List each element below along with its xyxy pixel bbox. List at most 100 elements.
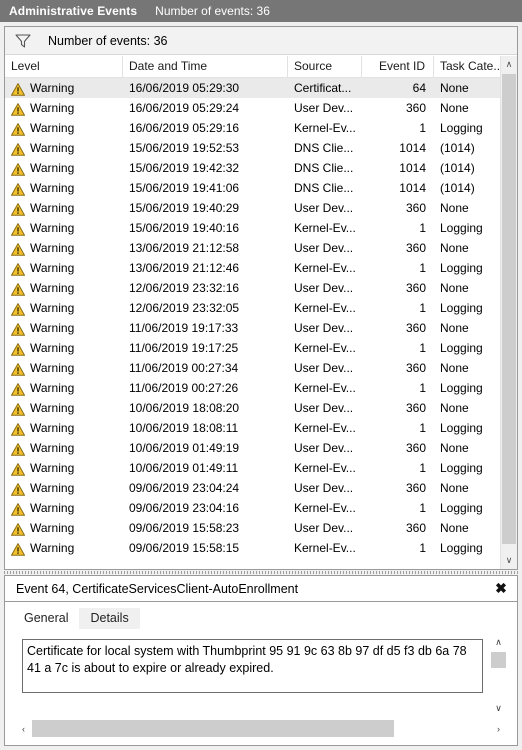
table-row[interactable]: Warning 15/06/2019 19:40:29 User Dev... 360…	[5, 198, 517, 218]
cell-level-label: Warning	[30, 481, 75, 495]
cell-level: Warning	[5, 438, 123, 458]
detail-hscrollbar-thumb[interactable]	[32, 720, 394, 737]
warning-icon	[11, 462, 25, 476]
filter-event-count: Number of events: 36	[48, 33, 168, 48]
table-row[interactable]: Warning 16/06/2019 05:29:30 Certificat... 6…	[5, 78, 517, 98]
cell-date-and-time: 09/06/2019 15:58:15	[129, 541, 240, 555]
table-row[interactable]: Warning 11/06/2019 19:17:25 Kernel-Ev... 1 L…	[5, 338, 517, 358]
detail-horizontal-scrollbar[interactable]: ‹ ›	[15, 720, 507, 737]
list-vertical-scrollbar[interactable]: ∧ ∨	[500, 56, 517, 569]
table-row[interactable]: Warning 15/06/2019 19:41:06 DNS Clie... 101…	[5, 178, 517, 198]
table-row[interactable]: Warning 09/06/2019 23:04:24 User Dev... 360…	[5, 478, 517, 498]
warning-icon	[11, 82, 25, 96]
cell-level-label: Warning	[30, 101, 75, 115]
table-row[interactable]: Warning 12/06/2019 23:32:05 Kernel-Ev... 1 L…	[5, 298, 517, 318]
detail-hscrollbar-track[interactable]	[32, 720, 490, 737]
cell-level-label: Warning	[30, 501, 75, 515]
list-scrollbar-thumb[interactable]	[502, 74, 516, 544]
cell-level-label: Warning	[30, 221, 75, 235]
table-row[interactable]: Warning 15/06/2019 19:52:53 DNS Clie... 101…	[5, 138, 517, 158]
cell-level-label: Warning	[30, 441, 75, 455]
event-message-textbox[interactable]: Certificate for local system with Thumbp…	[22, 639, 483, 693]
tab-general[interactable]: General	[13, 608, 80, 629]
table-row[interactable]: Warning 10/06/2019 01:49:19 User Dev... 360…	[5, 438, 517, 458]
cell-event-id: 360	[405, 361, 426, 375]
table-row[interactable]: Warning 10/06/2019 18:08:11 Kernel-Ev... 1 L…	[5, 418, 517, 438]
table-row[interactable]: Warning 10/06/2019 18:08:20 User Dev... 360…	[5, 398, 517, 418]
cell-event-id: 360	[405, 201, 426, 215]
cell-source: User Dev...	[294, 401, 354, 415]
detail-scroll-left-icon[interactable]: ‹	[15, 720, 32, 737]
warning-icon	[11, 522, 25, 536]
warning-icon	[11, 222, 25, 236]
warning-icon	[11, 542, 25, 556]
close-icon[interactable]: ✖	[491, 579, 511, 599]
table-row[interactable]: Warning 11/06/2019 00:27:34 User Dev... 360…	[5, 358, 517, 378]
cell-task-category: Logging	[440, 461, 483, 475]
filter-bar[interactable]: Number of events: 36	[5, 27, 517, 55]
cell-level: Warning	[5, 518, 123, 538]
cell-level: Warning	[5, 358, 123, 378]
detail-vscrollbar-thumb[interactable]	[491, 652, 506, 668]
table-row[interactable]: Warning 15/06/2019 19:40:16 Kernel-Ev... 1 L…	[5, 218, 517, 238]
detail-scroll-up-icon[interactable]: ∧	[490, 634, 507, 651]
column-header-task-category[interactable]: Task Cate...	[434, 55, 502, 78]
table-row[interactable]: Warning 12/06/2019 23:32:16 User Dev... 360…	[5, 278, 517, 298]
event-detail-pane: Event 64, CertificateServicesClient-Auto…	[4, 575, 518, 746]
cell-date-and-time: 09/06/2019 23:04:16	[129, 501, 240, 515]
cell-task-category: (1014)	[440, 181, 475, 195]
cell-level-label: Warning	[30, 281, 75, 295]
table-header-row: Level Date and Time Source Event ID Task…	[5, 55, 517, 78]
column-header-level[interactable]: Level	[5, 55, 123, 78]
cell-date-and-time: 13/06/2019 21:12:46	[129, 261, 240, 275]
detail-scroll-down-icon[interactable]: ∨	[490, 700, 507, 717]
table-row[interactable]: Warning 13/06/2019 21:12:46 Kernel-Ev... 1 L…	[5, 258, 517, 278]
scroll-down-icon[interactable]: ∨	[501, 552, 517, 569]
cell-source: Kernel-Ev...	[294, 341, 356, 355]
column-header-event-id[interactable]: Event ID	[362, 55, 434, 78]
cell-event-id: 360	[405, 321, 426, 335]
table-row[interactable]: Warning 15/06/2019 19:42:32 DNS Clie... 101…	[5, 158, 517, 178]
cell-level: Warning	[5, 98, 123, 118]
table-row[interactable]: Warning 11/06/2019 00:27:26 Kernel-Ev... 1 L…	[5, 378, 517, 398]
table-row[interactable]: Warning 09/06/2019 15:58:23 User Dev... 360…	[5, 518, 517, 538]
cell-source: Kernel-Ev...	[294, 381, 356, 395]
cell-task-category: None	[440, 321, 469, 335]
tab-details[interactable]: Details	[79, 608, 140, 629]
detail-scroll-right-icon[interactable]: ›	[490, 720, 507, 737]
detail-vertical-scrollbar[interactable]: ∧ ∨	[490, 634, 507, 717]
column-header-source[interactable]: Source	[288, 55, 362, 78]
table-row[interactable]: Warning 11/06/2019 19:17:33 User Dev... 360…	[5, 318, 517, 338]
cell-date-and-time: 10/06/2019 01:49:11	[129, 461, 239, 475]
column-header-date-and-time[interactable]: Date and Time	[123, 55, 288, 78]
cell-date-and-time: 15/06/2019 19:52:53	[129, 141, 240, 155]
table-row[interactable]: Warning 16/06/2019 05:29:24 User Dev... 360…	[5, 98, 517, 118]
cell-level-label: Warning	[30, 241, 75, 255]
cell-task-category: Logging	[440, 341, 483, 355]
table-row[interactable]: Warning 09/06/2019 23:04:16 Kernel-Ev... 1 L…	[5, 498, 517, 518]
cell-date-and-time: 09/06/2019 23:04:24	[129, 481, 240, 495]
table-row[interactable]: Warning 13/06/2019 21:12:58 User Dev... 360…	[5, 238, 517, 258]
table-row[interactable]: Warning 09/06/2019 15:58:15 Kernel-Ev... 1 L…	[5, 538, 517, 558]
table-row[interactable]: Warning 16/06/2019 05:29:16 Kernel-Ev... 1 L…	[5, 118, 517, 138]
cell-date-and-time: 16/06/2019 05:29:24	[129, 101, 240, 115]
cell-level: Warning	[5, 498, 123, 518]
cell-event-id: 1	[419, 421, 426, 435]
cell-task-category: Logging	[440, 221, 483, 235]
cell-task-category: None	[440, 241, 469, 255]
funnel-icon	[15, 33, 31, 48]
cell-source: Kernel-Ev...	[294, 261, 356, 275]
cell-source: User Dev...	[294, 281, 354, 295]
detail-title: Event 64, CertificateServicesClient-Auto…	[16, 581, 299, 596]
cell-level: Warning	[5, 398, 123, 418]
scroll-up-icon[interactable]: ∧	[501, 56, 517, 73]
cell-level: Warning	[5, 78, 123, 98]
warning-icon	[11, 202, 25, 216]
cell-level: Warning	[5, 118, 123, 138]
cell-task-category: Logging	[440, 541, 483, 555]
cell-source: Kernel-Ev...	[294, 541, 356, 555]
cell-source: User Dev...	[294, 481, 354, 495]
table-row[interactable]: Warning 10/06/2019 01:49:11 Kernel-Ev... 1 L…	[5, 458, 517, 478]
cell-level-label: Warning	[30, 261, 75, 275]
table-body: Warning 16/06/2019 05:29:30 Certificat... 6…	[5, 78, 517, 569]
